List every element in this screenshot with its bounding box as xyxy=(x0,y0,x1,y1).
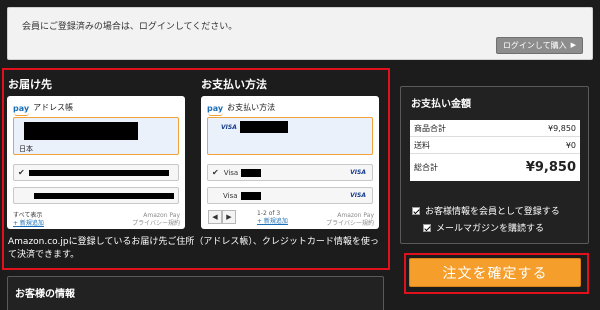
redacted-card-number xyxy=(240,121,288,133)
register-member-option[interactable]: お客様情報を会員として登録する xyxy=(412,204,560,217)
card-option-row[interactable]: ✔ Visa VISA xyxy=(207,164,373,181)
login-purchase-button[interactable]: ログインして購入 ▶ xyxy=(495,37,583,54)
subtotal-label: 商品合計 xyxy=(414,123,446,133)
shipping-label: 送料 xyxy=(414,140,430,150)
pager-prev-button[interactable]: ◀ xyxy=(208,210,222,224)
card-pager: ◀ ▶ xyxy=(208,210,236,224)
redacted-address xyxy=(28,169,169,176)
selected-card[interactable]: VISA xyxy=(207,117,373,155)
login-purchase-label: ログインして購入 xyxy=(502,41,567,50)
amazon-pay-description: Amazon.co.jpに登録しているお届け先ご住所（アドレス帳）、クレジットカ… xyxy=(8,237,379,260)
show-all-label: すべて表示 xyxy=(13,212,43,219)
amazon-pay-logo: pay xyxy=(207,104,224,116)
address-option-row[interactable]: ✔ xyxy=(13,164,179,181)
login-notice-bar: 会員にご登録済みの場合は、ログインしてください。 ログインして購入 ▶ xyxy=(7,7,593,60)
amazon-pay-brand-text: Amazon Pay xyxy=(337,212,374,219)
add-address-link[interactable]: + 新規追加 xyxy=(13,220,44,227)
newsletter-option[interactable]: メールマガジンを購読する xyxy=(423,221,544,234)
confirm-order-button[interactable]: 注文を確定する xyxy=(409,258,581,287)
triangle-right-icon: ▶ xyxy=(570,41,576,49)
register-member-label: お客様情報を会員として登録する xyxy=(425,207,560,217)
amazon-pay-logo: pay xyxy=(13,104,30,116)
total-label: 総合計 xyxy=(414,163,438,172)
visa-logo-icon: VISA xyxy=(350,192,366,199)
payment-widget-title: お支払い方法 xyxy=(227,103,276,112)
redacted-card-number xyxy=(241,168,262,177)
visa-logo-icon: VISA xyxy=(350,169,366,176)
add-card-link[interactable]: + 新規追加 xyxy=(257,218,288,225)
redacted-address xyxy=(24,122,138,140)
card-label: Visa xyxy=(223,191,238,200)
amazon-pay-footer: Amazon Pay プライバシー規約 xyxy=(326,212,374,228)
selected-address-card[interactable]: 日本 xyxy=(13,117,179,155)
login-notice-text: 会員にご登録済みの場合は、ログインしてください。 xyxy=(22,22,238,32)
summary-row-total: 総合計 ¥9,850 xyxy=(410,154,580,181)
shipping-value: ¥0 xyxy=(565,140,576,150)
privacy-policy-link[interactable]: プライバシー規約 xyxy=(326,220,374,227)
redacted-address xyxy=(34,192,174,199)
show-all-addresses-link[interactable]: すべて表示 + 新規追加 xyxy=(13,212,44,228)
redacted-card-number xyxy=(240,191,261,200)
amazon-pay-brand-text: Amazon Pay xyxy=(143,212,180,219)
shipping-section-title: お届け先 xyxy=(8,78,52,91)
address-country: 日本 xyxy=(19,145,33,153)
pager-info: 1-2 of 3 + 新規追加 xyxy=(257,210,288,226)
checkmark-icon: ✔ xyxy=(212,168,219,177)
pager-text: 1-2 of 3 xyxy=(257,210,281,217)
register-member-checkbox[interactable] xyxy=(412,206,420,215)
subtotal-value: ¥9,850 xyxy=(548,123,576,133)
amazon-pay-footer: Amazon Pay プライバシー規約 xyxy=(132,212,180,228)
total-value: ¥9,850 xyxy=(525,160,576,175)
checkmark-icon: ✔ xyxy=(18,168,25,177)
summary-row-subtotal: 商品合計 ¥9,850 xyxy=(410,120,580,137)
privacy-policy-link[interactable]: プライバシー規約 xyxy=(132,220,180,227)
payment-widget-header: pay お支払い方法 xyxy=(207,99,276,116)
address-option-row[interactable] xyxy=(13,187,179,204)
pager-next-button[interactable]: ▶ xyxy=(222,210,236,224)
card-option-row[interactable]: Visa VISA xyxy=(207,187,373,204)
payment-section-title: お支払い方法 xyxy=(201,78,267,91)
address-book-widget: pay アドレス帳 日本 ✔ すべて表示 + 新規追加 Amazon Pay プ… xyxy=(7,96,185,229)
customer-info-title: お客様の情報 xyxy=(15,289,75,300)
summary-row-shipping: 送料 ¥0 xyxy=(410,137,580,154)
newsletter-checkbox[interactable] xyxy=(423,223,431,232)
summary-table: 商品合計 ¥9,850 送料 ¥0 総合計 ¥9,850 xyxy=(410,120,580,181)
visa-logo-icon: VISA xyxy=(221,124,237,131)
payment-summary-title: お支払い金額 xyxy=(411,99,471,110)
address-widget-title: アドレス帳 xyxy=(33,103,74,112)
address-widget-header: pay アドレス帳 xyxy=(13,99,74,116)
card-label: Visa xyxy=(223,168,239,177)
newsletter-label: メールマガジンを購読する xyxy=(436,224,545,234)
